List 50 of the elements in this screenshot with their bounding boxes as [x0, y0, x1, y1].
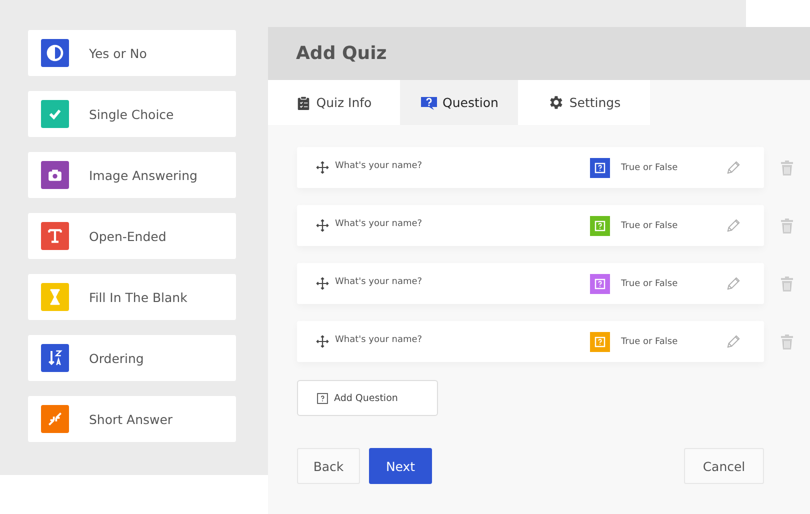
question-type-card[interactable]: Yes or No	[28, 30, 236, 76]
move-icon[interactable]	[316, 335, 329, 348]
question-type-card[interactable]: Fill In The Blank	[28, 274, 236, 320]
edit-icon[interactable]	[726, 218, 741, 233]
question-mark-icon	[317, 392, 328, 404]
delete-icon[interactable]	[780, 334, 794, 350]
add-question-button[interactable]: Add Question	[297, 380, 438, 416]
delete-icon[interactable]	[780, 160, 794, 176]
tab[interactable]: Quiz Info	[268, 80, 400, 125]
question-text: What's your name?	[335, 160, 424, 170]
question-type: True or False	[621, 336, 679, 346]
settings-icon	[547, 94, 564, 111]
edit-icon[interactable]	[726, 276, 741, 291]
clipboard-icon	[296, 94, 312, 110]
question-row[interactable]: What's your name? True or False	[297, 321, 764, 362]
move-icon[interactable]	[316, 277, 329, 290]
question-type-label: Open-Ended	[89, 228, 166, 244]
question-row[interactable]: What's your name? True or False	[297, 205, 764, 246]
question-bubble-icon	[420, 94, 438, 110]
delete-icon[interactable]	[780, 218, 794, 234]
question-type: True or False	[621, 162, 679, 172]
question-type-card[interactable]: Short Answer	[28, 396, 236, 442]
question-type-label: Image Answering	[89, 168, 198, 182]
question-type-label: Yes or No	[89, 46, 147, 60]
delete-icon[interactable]	[780, 276, 794, 292]
move-icon[interactable]	[316, 161, 329, 174]
edit-icon[interactable]	[726, 334, 741, 349]
question-row[interactable]: What's your name? True or False	[297, 147, 764, 188]
panel-title: Add Quiz	[296, 43, 387, 64]
question-type-card[interactable]: Image Answering	[28, 152, 236, 198]
edit-icon[interactable]	[726, 160, 741, 175]
question-text: What's your name?	[335, 276, 424, 286]
tab[interactable]: Settings	[518, 80, 650, 125]
back-button[interactable]: Back	[297, 448, 360, 484]
next-button[interactable]: Next	[369, 448, 432, 484]
question-type-card[interactable]: Open-Ended	[28, 213, 236, 259]
question-type-card[interactable]: Ordering	[28, 335, 236, 381]
question-type: True or False	[621, 220, 679, 230]
question-type-card[interactable]: Single Choice	[28, 91, 236, 137]
question-text: What's your name?	[335, 218, 424, 228]
tab[interactable]: Question	[400, 80, 518, 125]
question-type-label: Short Answer	[89, 412, 173, 426]
move-icon[interactable]	[316, 219, 329, 232]
question-row[interactable]: What's your name? True or False	[297, 263, 764, 304]
cancel-button[interactable]: Cancel	[684, 448, 764, 484]
question-type-label: Ordering	[89, 350, 144, 366]
question-type: True or False	[621, 278, 679, 288]
question-type-label: Single Choice	[89, 106, 174, 122]
question-type-label: Fill In The Blank	[89, 290, 188, 304]
question-text: What's your name?	[335, 334, 424, 344]
